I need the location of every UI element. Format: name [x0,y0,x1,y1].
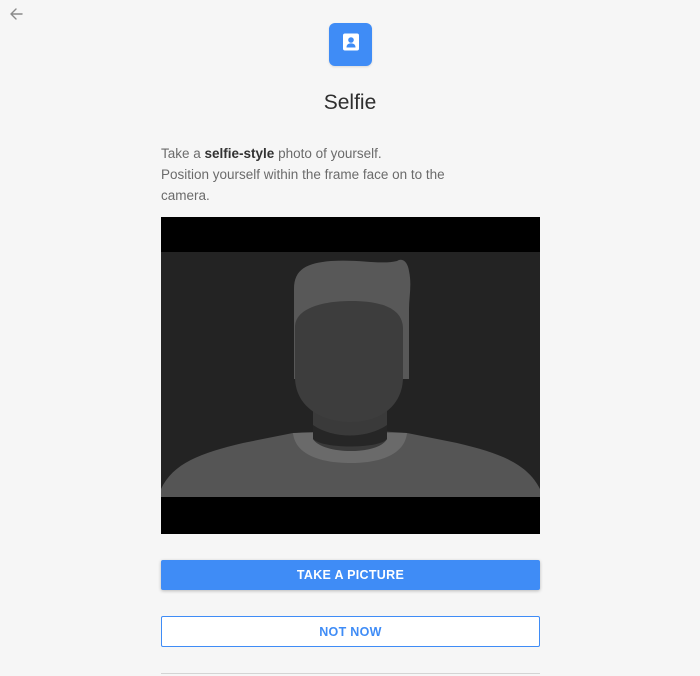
divider [161,673,540,674]
take-picture-button[interactable]: TAKE A PICTURE [161,560,540,590]
camera-preview [161,217,540,534]
instructions-text: Take a selfie-style photo of yourself. P… [161,143,491,206]
person-silhouette-placeholder [161,217,540,534]
instructions-line-2: Position yourself within the frame face … [161,167,445,203]
id-badge-icon [341,32,361,57]
arrow-left-icon [9,7,23,26]
instructions-line-1: Take a selfie-style photo of yourself. [161,146,382,161]
step-icon-badge [329,23,372,66]
back-button[interactable] [6,6,26,26]
page-title: Selfie [323,91,377,114]
not-now-button[interactable]: NOT NOW [161,616,540,647]
